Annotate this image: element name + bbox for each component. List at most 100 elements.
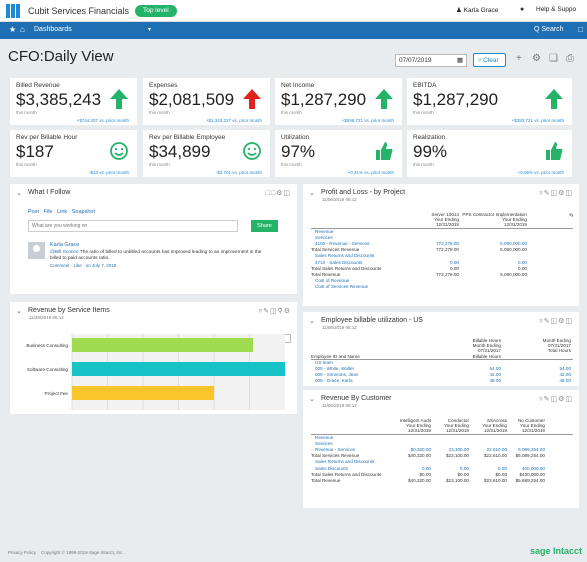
entity-selector[interactable]: Top level — [135, 5, 177, 17]
table-cell: $22,610.00 — [484, 453, 507, 459]
arrow-up-icon — [110, 89, 128, 109]
utilization-table: Billable Hours Month Ending 07/31/2017 Bill… — [311, 338, 573, 384]
kpi-value: $1,287,290 — [413, 90, 499, 109]
kpi-card[interactable]: Utilization 97% this month +0.41% vs. pr… — [275, 130, 402, 177]
collapse-icon[interactable]: ⌄ — [16, 189, 22, 197]
panel-title: Profit and Loss - by Project — [321, 189, 406, 196]
table-cell: 0.00 — [460, 465, 469, 471]
table-cell: 5,090,000.00 — [500, 247, 527, 253]
table-row[interactable]: Revenue — [315, 229, 333, 234]
table-cell: $0.00 — [495, 471, 508, 477]
table-row[interactable]: Cost of Services Revenue — [315, 284, 368, 289]
table-row: Total Sales Returns and Discounts — [311, 265, 382, 271]
settings-icon[interactable]: ⚙ — [532, 53, 541, 64]
message-text: The ratio of billed to unbilled accounts… — [50, 250, 262, 261]
collapse-icon[interactable]: ⌄ — [309, 189, 315, 197]
link-tab[interactable]: Link — [57, 209, 67, 215]
table-cell: $23,100.00 — [446, 478, 469, 483]
table-row[interactable]: Revenue - Services — [315, 447, 355, 452]
table-row[interactable]: Sales Discounts — [315, 466, 348, 471]
revenue-by-service-panel: ⌄ Revenue by Service Items 11/25/2019 06… — [10, 302, 297, 414]
kpi-card[interactable]: EBITDA $1,287,290 this month +$393,721 v… — [407, 78, 572, 125]
window-icon[interactable]: □ — [578, 25, 583, 34]
bar[interactable] — [72, 338, 254, 352]
panel-toolbar[interactable]: ▿✎◫⚙◫ — [539, 395, 573, 403]
table-row[interactable]: 008 - Grace, Karla — [315, 378, 353, 383]
table-cell: 48.00 — [489, 378, 502, 384]
table-row[interactable]: Sales Returns and Discounts — [315, 253, 374, 258]
kpi-card[interactable]: Rev per Billable Employee $34,899 this m… — [143, 130, 270, 177]
footer-links: Privacy Policy Copyright © 1999-2019 Sag… — [8, 550, 124, 555]
date-input[interactable]: 07/07/2019 ▦ — [395, 54, 467, 67]
copyright-text: Copyright © 1999-2019 Sage Intacct, Inc. — [41, 550, 124, 555]
kpi-period: this month — [281, 110, 302, 115]
table-cell: 54.00 — [559, 366, 572, 371]
print-icon[interactable]: ⎙ — [566, 53, 574, 64]
date-value: 07/07/2019 — [399, 57, 432, 64]
company-name[interactable]: Cubit Services Financials — [28, 6, 129, 16]
profit-and-loss-panel: ⌄ Profit and Loss - by Project 11/06/201… — [303, 184, 579, 306]
table-row[interactable]: 005 - White, Walter — [315, 366, 354, 371]
clear-label: Clear — [483, 57, 499, 64]
search-button[interactable]: Q Search — [534, 26, 564, 33]
home-icon[interactable]: ⌂ — [20, 25, 25, 34]
user-menu[interactable]: ♟ Karla Grace — [456, 6, 498, 14]
calendar-icon[interactable]: ▦ — [457, 56, 463, 64]
post-author[interactable]: Karla Grace — [50, 242, 79, 248]
kpi-card[interactable]: Expenses $2,081,509 this month +$1,343,2… — [143, 78, 270, 125]
dashboards-menu[interactable]: Dashboards — [34, 26, 72, 33]
table-row[interactable]: Services — [315, 235, 333, 240]
table-row[interactable]: Services — [315, 441, 333, 446]
table-row[interactable]: 006 - Simmons, Jean — [315, 372, 358, 377]
help-link[interactable]: Help & Suppo — [536, 6, 576, 13]
post-input[interactable] — [28, 220, 238, 232]
category-label: Software Consulting — [27, 367, 69, 372]
kpi-compare: -$13 vs. prior month — [88, 170, 129, 175]
file-tab[interactable]: File — [44, 209, 53, 215]
table-cell: 772,278.00 — [436, 272, 459, 277]
table-row[interactable]: 4710 - Sales Discounts — [315, 260, 362, 265]
table-cell: $40,320.00 — [408, 478, 431, 483]
collapse-icon[interactable]: ⌄ — [309, 395, 315, 403]
post-meta[interactable]: Comment · Like · on July 7, 2019 — [50, 263, 116, 268]
kpi-card[interactable]: Billed Revenue $3,385,243 this month +$7… — [10, 78, 137, 125]
bar[interactable] — [72, 386, 214, 400]
share-button[interactable]: Share — [251, 220, 278, 232]
kpi-value: $2,081,509 — [149, 90, 235, 109]
bar[interactable] — [72, 362, 285, 376]
avatar — [28, 242, 45, 259]
chevron-down-icon[interactable]: ▾ — [148, 26, 151, 33]
table-row[interactable]: US team — [315, 360, 333, 365]
chat-icon[interactable]: ● — [520, 6, 524, 13]
kpi-period: this month — [413, 162, 434, 167]
table-row[interactable]: 4100 - Revenue - Services — [315, 241, 369, 246]
table-row[interactable]: Revenue — [315, 435, 333, 440]
panel-toolbar[interactable]: ▿✎◫⚙◫ — [539, 317, 573, 325]
panel-toolbar[interactable]: □□⚙◫ — [266, 189, 291, 197]
collapse-icon[interactable]: ⌄ — [309, 317, 315, 325]
copy-icon[interactable]: ❏ — [549, 53, 558, 64]
table-row[interactable]: Sales Returns and Discounts — [315, 459, 374, 464]
table-row: Total Services Revenue — [311, 453, 360, 459]
panel-title: Revenue By Customer — [321, 395, 392, 402]
kpi-compare: +$393,721 vs. prior month — [511, 118, 564, 123]
snapshot-tab[interactable]: Snapshot — [72, 209, 95, 215]
post-tab[interactable]: Post — [28, 209, 39, 215]
star-icon[interactable]: ★ — [9, 25, 16, 34]
kpi-compare: +$598,721 vs. prior month — [341, 118, 394, 123]
add-icon[interactable]: + — [516, 53, 522, 64]
privacy-link[interactable]: Privacy Policy — [8, 550, 36, 555]
mention-link[interactable]: @Bill Sconce — [50, 250, 79, 255]
kpi-card[interactable]: Rev per Billable Hour $187 this month -$… — [10, 130, 137, 177]
kpi-card[interactable]: Net Income $1,287,290 this month +$598,7… — [275, 78, 402, 125]
clear-filter-button[interactable]: ▿ Clear — [473, 53, 506, 67]
table-cell: $400,000.00 — [519, 471, 545, 477]
sage-intacct-logo-icon[interactable] — [6, 4, 20, 18]
kpi-card[interactable]: Realization 99% this month +0.06% vs. pr… — [407, 130, 572, 177]
arrow-up-icon — [375, 89, 393, 109]
panel-date: 11/06/2019 06:12 — [322, 197, 357, 202]
table-row[interactable]: Cost of Revenue — [315, 278, 349, 283]
table-cell: 772,278.00 — [436, 241, 459, 246]
panel-toolbar[interactable]: ▿✎◫⚙◫ — [539, 189, 573, 197]
sage-intacct-logo: sage Intacct — [530, 546, 583, 556]
